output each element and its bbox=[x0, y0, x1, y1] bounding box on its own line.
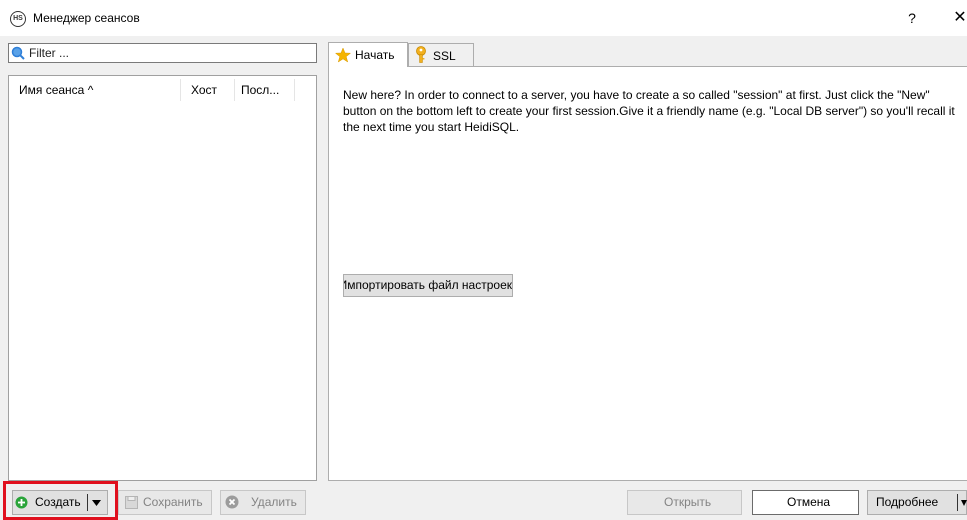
help-button[interactable]: ? bbox=[902, 8, 922, 28]
plus-circle-icon bbox=[15, 496, 28, 509]
delete-button-label: Удалить bbox=[251, 495, 297, 509]
session-list[interactable]: Имя сеанса ^ Хост Посл... bbox=[8, 75, 317, 481]
cancel-button[interactable]: Отмена bbox=[752, 490, 859, 515]
column-header-last[interactable]: Посл... bbox=[241, 83, 279, 101]
open-button-label: Открыть bbox=[664, 495, 712, 509]
save-button-label: Сохранить bbox=[143, 495, 203, 509]
key-icon bbox=[416, 46, 426, 63]
open-button[interactable]: Открыть bbox=[627, 490, 742, 515]
delete-x-icon bbox=[225, 495, 239, 509]
dropdown-arrow-icon[interactable] bbox=[92, 500, 101, 506]
floppy-disk-icon bbox=[125, 496, 138, 509]
filter-field[interactable] bbox=[8, 43, 317, 63]
tab-start[interactable]: Начать bbox=[328, 42, 408, 67]
tab-ssl[interactable]: SSL bbox=[408, 43, 474, 66]
split-divider bbox=[87, 494, 88, 511]
tab-start-label: Начать bbox=[355, 48, 395, 62]
split-divider bbox=[957, 494, 958, 511]
column-separator bbox=[294, 79, 295, 101]
close-button[interactable]: ✕ bbox=[950, 8, 967, 28]
import-settings-button[interactable]: Импортировать файл настроек bbox=[343, 274, 513, 297]
column-header-host[interactable]: Хост bbox=[191, 83, 217, 101]
column-separator bbox=[180, 79, 181, 101]
import-settings-label: Импортировать файл настроек bbox=[343, 278, 512, 292]
intro-text: New here? In order to connect to a serve… bbox=[343, 88, 955, 134]
cancel-button-label: Отмена bbox=[787, 495, 831, 509]
filter-input[interactable] bbox=[29, 45, 309, 61]
save-button[interactable]: Сохранить bbox=[118, 490, 212, 515]
delete-button[interactable]: Удалить bbox=[220, 490, 306, 515]
column-header-session-name[interactable]: Имя сеанса ^ bbox=[19, 83, 93, 101]
column-separator bbox=[234, 79, 235, 101]
title-bar: HS Менеджер сеансов ? ✕ bbox=[0, 0, 967, 36]
window-title: Менеджер сеансов bbox=[33, 11, 140, 25]
heidisql-app-icon: HS bbox=[10, 11, 26, 27]
search-icon bbox=[11, 46, 25, 60]
tab-ssl-label: SSL bbox=[433, 49, 456, 63]
star-icon bbox=[335, 47, 351, 63]
create-button[interactable]: Создать bbox=[12, 490, 108, 515]
more-button-label: Подробнее bbox=[876, 495, 939, 509]
dropdown-arrow-icon[interactable] bbox=[961, 500, 967, 506]
create-button-label: Создать bbox=[35, 495, 81, 509]
start-tab-panel: New here? In order to connect to a serve… bbox=[328, 66, 967, 481]
more-button[interactable]: Подробнее bbox=[867, 490, 967, 515]
